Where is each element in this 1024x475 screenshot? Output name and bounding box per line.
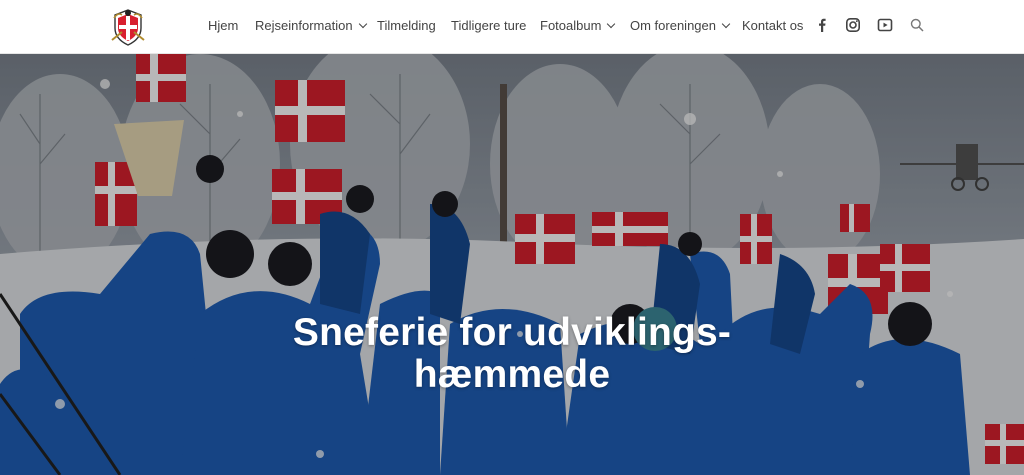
main-nav: Hjem Rejseinformation Tilmelding Tidlige… — [0, 0, 1024, 54]
chevron-down-icon — [358, 19, 367, 29]
nav-item-hjem[interactable]: Hjem — [208, 18, 238, 33]
hero-title: Sneferie for udviklings- hæmmede — [252, 312, 772, 396]
nav-item-om-foreningen[interactable]: Om foreningen — [630, 18, 731, 33]
nav-item-fotoalbum[interactable]: Fotoalbum — [540, 18, 616, 33]
nav-item-tidligere-ture[interactable]: Tidligere ture — [451, 18, 526, 33]
nav-item-label: Kontakt os — [742, 18, 804, 33]
nav-item-kontakt-os[interactable]: Kontakt os — [742, 18, 803, 33]
search-icon[interactable] — [909, 17, 925, 33]
hero-title-line-2: hæmmede — [413, 353, 611, 396]
site-header: Hjem Rejseinformation Tilmelding Tidlige… — [0, 0, 1024, 54]
youtube-icon[interactable] — [877, 17, 893, 33]
nav-item-label: Tilmelding — [377, 18, 436, 33]
hero-title-line-1: Sneferie for udviklings- — [292, 311, 732, 354]
nav-item-label: Om foreningen — [630, 18, 716, 33]
nav-item-label: Tidligere ture — [451, 18, 527, 33]
chevron-down-icon — [607, 19, 616, 29]
hero-banner: Sneferie for udviklings- hæmmede — [0, 54, 1024, 475]
nav-item-rejseinformation[interactable]: Rejseinformation — [255, 18, 367, 33]
facebook-icon[interactable] — [814, 17, 830, 33]
nav-item-label: Fotoalbum — [540, 18, 602, 33]
nav-item-label: Hjem — [208, 18, 239, 33]
instagram-icon[interactable] — [845, 17, 861, 33]
hero-background-image — [0, 54, 1024, 475]
nav-item-label: Rejseinformation — [255, 18, 353, 33]
chevron-down-icon — [721, 19, 731, 29]
nav-item-tilmelding[interactable]: Tilmelding — [377, 18, 436, 33]
